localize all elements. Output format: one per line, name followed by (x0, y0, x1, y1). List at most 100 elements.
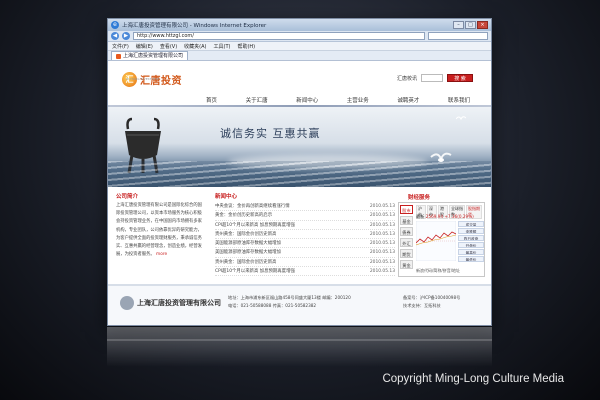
presentation-stage: e 上海汇唐投资管理有限公司 - Windows Internet Explor… (0, 0, 600, 400)
url-field[interactable]: http://www.httzgl.com/ (133, 32, 425, 40)
browser-search-input[interactable] (428, 32, 488, 40)
news-item-title[interactable]: 黄金：金价创历史新高的启示 (215, 211, 272, 219)
finance-tab-gold[interactable]: 黄金 (400, 260, 413, 269)
browser-reflection (107, 327, 492, 367)
nav-business[interactable]: 主营业务 (344, 95, 372, 105)
search-label: 汇唐校讯 (396, 75, 417, 82)
favicon-icon (116, 53, 121, 59)
intro-body: 上海汇唐投资管理有限公司是国际化综合的国际投资管理公司，以资本市场服务为核心积极… (116, 203, 202, 258)
seagull-icon (430, 152, 452, 162)
finance-side-tabs: 股市 基金 债券 外汇 期货 黄金 (400, 205, 413, 271)
list-item[interactable]: 中央会议：金价再创新高继续看涨行情 2010.05.13 (215, 202, 395, 212)
web-page: 汇 汇唐投资 HUITANG INVESTMENT 汇唐校讯 搜 索 首页 关于… (108, 62, 491, 325)
news-item-title[interactable]: 中央会议：金价再创新高继续看涨行情 (215, 202, 290, 210)
browser-menubar: 文件(F) 编辑(E) 查看(V) 收藏夹(A) 工具(T) 帮助(H) (108, 42, 491, 51)
nav-home[interactable]: 首页 (203, 95, 220, 105)
tab-active[interactable]: 上海汇唐投资管理有限公司 (111, 51, 189, 60)
close-icon[interactable]: × (477, 21, 488, 29)
window-controls: – □ × (453, 21, 488, 29)
finance-title: 财经服务 (408, 195, 431, 201)
list-item[interactable]: 贵州黄金：国际金价创历史新高 2010.05.13 (215, 230, 395, 240)
stat-low: 最低价 (458, 256, 484, 262)
finance-tab-funds[interactable]: 基金 (400, 216, 413, 225)
finance-tab-stocks[interactable]: 股市 (400, 205, 413, 214)
finance-widget: 股市 基金 债券 外汇 期货 黄金 沪市 深市 港股 全球指数 股指期货 最新 … (398, 202, 485, 277)
footer-address: 地址：上海市浦东新区福山路458号同盛大厦13楼 邮编：200120 电话：02… (228, 294, 398, 310)
address-bar: ◀ ▶ http://www.httzgl.com/ (108, 31, 491, 42)
maximize-icon[interactable]: □ (465, 21, 476, 29)
finance-tab-bonds[interactable]: 债券 (400, 227, 413, 236)
site-footer: 上海汇唐投资管理有限公司 地址：上海市浦东新区福山路458号同盛大厦13楼 邮编… (108, 284, 491, 325)
news-item-date: 2010.05.13 (369, 259, 395, 265)
logo-subtext: HUITANG INVESTMENT (126, 77, 160, 81)
main-nav: 首页 关于汇唐 新闻中心 主营业务 诚聘英才 联系我们 (193, 95, 483, 105)
news-item-title[interactable]: 美国能源部原油库存数据大幅增加 (215, 248, 281, 256)
news-item-title[interactable]: 贵州黄金：国际金价创历史新高 (215, 230, 276, 238)
news-item-date: 2010.05.13 (369, 231, 395, 237)
news-title: 新闻中心 (215, 194, 238, 200)
news-item-title[interactable]: 贵州黄金：国际金价创历史新高 (215, 258, 276, 266)
list-item[interactable]: 黄金：金价创历史新高的启示 2010.05.13 (215, 211, 395, 221)
stat-change: 涨跌额 (458, 228, 484, 234)
news-item-title[interactable]: CPI超10个月以来新高 加息预期再度增强 (215, 221, 295, 229)
footer-icp[interactable]: 备案号：沪ICP备10040098号 (403, 294, 489, 302)
intro-title: 公司简介 (116, 194, 139, 200)
hero-banner: 诚信务实 互惠共赢 (108, 107, 491, 187)
news-item-date: 2010.05.13 (369, 269, 395, 275)
finance-lookup[interactable]: 新浪代码/简称/拼音/地址 (416, 268, 460, 274)
menu-tools[interactable]: 工具(T) (214, 43, 231, 50)
minimize-icon[interactable]: – (453, 21, 464, 29)
banner-slogan: 诚信务实 互惠共赢 (220, 127, 321, 140)
finance-stats: 成交量 涨跌额 昨日收盘 开盘价 最高价 最低价 (458, 221, 484, 263)
list-item[interactable]: CPI超10个月以来新高 加息预期再度增强 2010.05.13 (215, 221, 395, 230)
stat-high: 最高价 (458, 249, 484, 255)
browser-logo-icon: e (111, 21, 119, 29)
footer-meta: 备案号：沪ICP备10040098号 技术支持：互拓科技 (403, 294, 489, 310)
news-item-title[interactable]: 美国能源部原油库存数据大幅增加 (215, 239, 281, 247)
news-item-date: 2010.05.13 (369, 222, 395, 228)
list-item[interactable]: 美国能源部原油库存数据大幅增加 2010.05.13 (215, 239, 395, 249)
footer-phone-line: 电话：021-50588088 传真：021-50582382 (228, 303, 317, 308)
menu-help[interactable]: 帮助(H) (237, 43, 255, 50)
list-item[interactable]: CPI超10个月以来新高 加息预期再度增强 2010.05.13 (215, 267, 395, 277)
back-icon[interactable]: ◀ (111, 32, 119, 40)
news-item-date: 2010.05.13 (369, 241, 395, 247)
intro-text: 上海汇唐投资管理有限公司是国际化综合的国际投资管理公司，以资本市场服务为核心积极… (116, 202, 206, 277)
stat-prev-close: 昨日收盘 (458, 235, 484, 241)
menu-edit[interactable]: 编辑(E) (136, 43, 153, 50)
list-item[interactable]: 贵州黄金：国际金价创历史新高 2010.05.13 (215, 258, 395, 268)
nav-about[interactable]: 关于汇唐 (243, 95, 271, 105)
list-item[interactable]: 美国能源部原油库存数据大幅增加 2010.05.13 (215, 248, 395, 258)
stat-volume: 成交量 (458, 221, 484, 227)
browser-titlebar: e 上海汇唐投资管理有限公司 - Windows Internet Explor… (108, 19, 491, 31)
finance-tab-futures[interactable]: 期货 (400, 249, 413, 258)
nav-contact[interactable]: 联系我们 (445, 95, 473, 105)
quote-label: 最新 (416, 214, 425, 219)
news-item-date: 2010.05.13 (369, 250, 395, 256)
menu-favorites[interactable]: 收藏夹(A) (184, 43, 206, 50)
news-item-title[interactable]: CPI超10个月以来新高 加息预期再度增强 (215, 267, 295, 275)
menu-file[interactable]: 文件(F) (112, 43, 129, 50)
quote-change: +7.36(0.29%) (444, 214, 474, 219)
footer-address-line: 地址：上海市浦东新区福山路458号同盛大厦13楼 邮编：200120 (228, 295, 351, 300)
site-search: 汇唐校讯 搜 索 (397, 74, 473, 82)
finance-tab-forex[interactable]: 外汇 (400, 238, 413, 247)
forward-icon[interactable]: ▶ (122, 32, 130, 40)
footer-logo-icon (120, 296, 134, 310)
small-seagull-icon (456, 116, 466, 121)
site-search-input[interactable] (421, 74, 443, 82)
search-button[interactable]: 搜 索 (447, 74, 473, 82)
footer-support[interactable]: 技术支持：互拓科技 (403, 302, 489, 310)
menu-view[interactable]: 查看(V) (160, 43, 177, 50)
copyright-text: Copyright Ming-Long Culture Media (382, 373, 564, 385)
browser-window: e 上海汇唐投资管理有限公司 - Windows Internet Explor… (107, 18, 492, 326)
nav-careers[interactable]: 诚聘英才 (394, 95, 422, 105)
browser-tabs: 上海汇唐投资管理有限公司 (108, 51, 491, 61)
intraday-chart (416, 221, 456, 261)
footer-logo: 上海汇唐投资管理有限公司 (120, 296, 221, 310)
nav-news[interactable]: 新闻中心 (293, 95, 321, 105)
finance-quote: 最新 2569.94 +7.36(0.29%) (416, 214, 474, 220)
reflection-bar (107, 339, 492, 341)
quote-value: 2569.94 (425, 214, 444, 219)
intro-more-link[interactable]: more (156, 252, 167, 257)
